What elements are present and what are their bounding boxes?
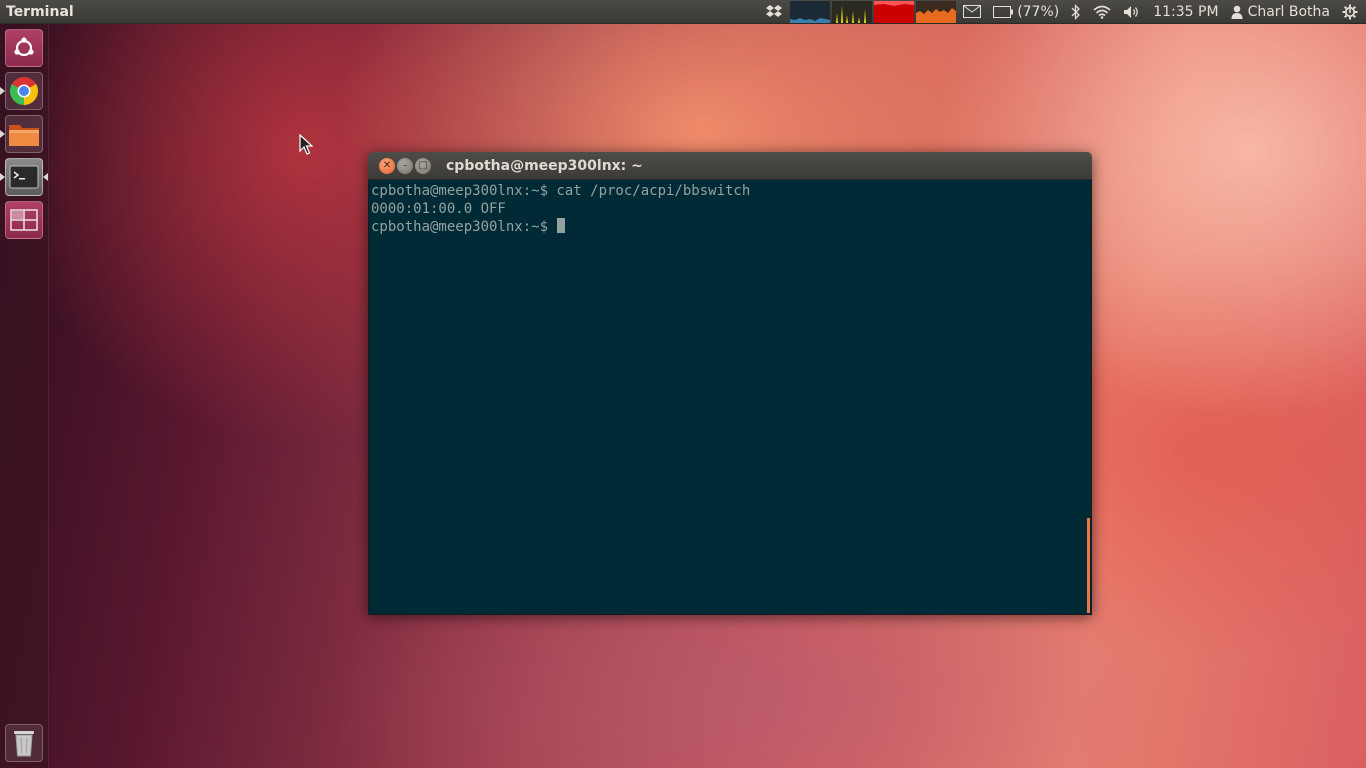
terminal-line: 0000:01:00.0 OFF — [371, 201, 506, 217]
terminal-window: ✕ – □ cpbotha@meep300lnx: ~ cpbotha@meep… — [368, 152, 1092, 615]
launcher-focused-pip — [43, 173, 48, 181]
active-app-title: Terminal — [6, 3, 74, 20]
mouse-pointer-icon — [299, 134, 313, 155]
top-panel: Terminal (77%) 11:35 PM Charl Botha — [0, 0, 1366, 24]
swap-load-graph[interactable] — [916, 0, 957, 23]
terminal-prompt-line: cpbotha@meep300lnx:~$ — [371, 218, 1089, 236]
window-title: cpbotha@meep300lnx: ~ — [446, 157, 643, 174]
folder-icon — [9, 125, 39, 146]
window-close-button[interactable]: ✕ — [379, 157, 395, 174]
volume-icon[interactable] — [1117, 0, 1147, 24]
launcher-files[interactable] — [5, 115, 43, 153]
dropbox-icon[interactable] — [759, 0, 789, 24]
window-maximize-button[interactable]: □ — [415, 157, 431, 174]
indicator-area: (77%) 11:35 PM Charl Botha — [759, 0, 1366, 24]
session-gear-icon[interactable] — [1336, 0, 1366, 24]
launcher-chrome[interactable] — [5, 72, 43, 110]
terminal-output[interactable]: cpbotha@meep300lnx:~$ cat /proc/acpi/bbs… — [368, 180, 1092, 615]
launcher-dash-home[interactable] — [5, 29, 43, 67]
window-titlebar[interactable]: ✕ – □ cpbotha@meep300lnx: ~ — [368, 152, 1092, 180]
user-menu[interactable]: Charl Botha — [1225, 0, 1336, 24]
window-minimize-button[interactable]: – — [397, 157, 413, 174]
terminal-scrollbar[interactable] — [1087, 518, 1090, 613]
battery-percentage: (77%) — [1017, 3, 1060, 20]
launcher-terminal[interactable] — [5, 158, 43, 196]
launcher-trash[interactable] — [5, 724, 43, 762]
clock[interactable]: 11:35 PM — [1147, 0, 1224, 24]
workspace-icon — [10, 209, 38, 231]
network-load-graph[interactable] — [874, 0, 915, 23]
terminal-cursor — [557, 218, 566, 233]
battery-indicator[interactable]: (77%) — [987, 0, 1065, 24]
launcher-workspace-switcher[interactable] — [5, 201, 43, 239]
wifi-icon[interactable] — [1087, 0, 1117, 24]
memory-load-graph[interactable] — [832, 0, 873, 23]
terminal-icon — [9, 165, 39, 189]
bluetooth-icon[interactable] — [1065, 0, 1087, 24]
trash-icon — [14, 731, 34, 757]
terminal-line: cpbotha@meep300lnx:~$ cat /proc/acpi/bbs… — [371, 183, 751, 199]
battery-icon — [993, 5, 1014, 18]
terminal-prompt: cpbotha@meep300lnx:~$ — [371, 219, 557, 235]
cpu-load-graph[interactable] — [790, 0, 831, 23]
ubuntu-logo-icon — [14, 37, 34, 57]
mail-icon[interactable] — [957, 0, 987, 24]
user-icon — [1231, 5, 1243, 19]
launcher — [0, 24, 49, 768]
user-name: Charl Botha — [1247, 3, 1330, 20]
chrome-icon — [10, 77, 38, 105]
